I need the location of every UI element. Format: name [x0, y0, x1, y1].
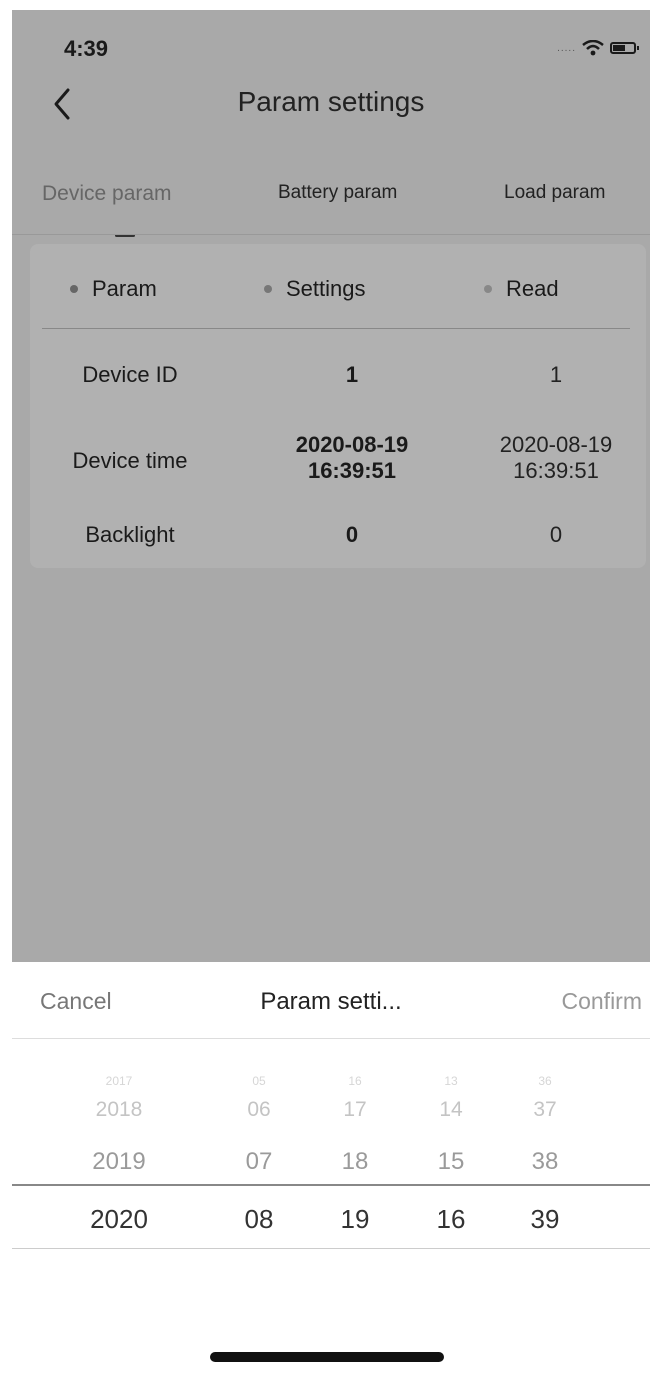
status-time: 4:39 [64, 36, 109, 61]
param-name: Device ID [82, 362, 178, 387]
setting-value[interactable]: 1 [262, 362, 442, 388]
header-settings: Settings [264, 276, 366, 302]
status-icons: ..... [557, 40, 639, 56]
wifi-icon [582, 40, 604, 56]
battery-icon [610, 42, 639, 54]
home-indicator [210, 1352, 444, 1362]
picker-option: 16 [348, 1074, 362, 1088]
setting-value[interactable]: 2020-08-19 16:39:51 [262, 432, 442, 484]
bullet-dot-icon [484, 285, 492, 293]
header-divider [42, 328, 630, 329]
picker-option: 18 [341, 1148, 369, 1175]
picker-option: 2019 [92, 1148, 146, 1175]
page-title: Param settings [237, 86, 425, 117]
picker-option: 38 [531, 1148, 559, 1175]
tab-bar: Device param Battery param Load param [12, 182, 650, 237]
read-value: 1 [549, 362, 563, 387]
date-picker-sheet: Cancel Param setti... Confirm 2017 2018 … [12, 962, 650, 1380]
header-param: Param [70, 276, 157, 302]
picker-option: 2018 [95, 1098, 143, 1121]
picker-selected-day: 19 [340, 1204, 370, 1234]
setting-value[interactable]: 0 [262, 522, 442, 548]
tab-divider [12, 234, 650, 235]
picker-option: 2017 [105, 1074, 133, 1088]
picker-option: 07 [245, 1148, 273, 1175]
picker-option: 36 [538, 1074, 552, 1088]
picker-selected-month: 08 [244, 1204, 274, 1234]
picker-title: Param setti... [260, 988, 402, 1015]
param-table-card: Param Settings Read Device ID 1 1 Device… [30, 244, 646, 568]
picker-selected-year: 2020 [90, 1204, 148, 1234]
picker-option: 13 [444, 1074, 458, 1088]
picker-selected-minute: 39 [530, 1204, 560, 1234]
read-value: 0 [549, 522, 563, 547]
picker-option: 15 [437, 1148, 465, 1175]
selection-line-bottom [12, 1248, 650, 1249]
tab-battery-param[interactable]: Battery param [278, 182, 397, 204]
header-read-label: Read [506, 276, 559, 301]
confirm-button[interactable]: Confirm [561, 988, 642, 1015]
sheet-divider [12, 1038, 650, 1039]
selection-line-top [12, 1184, 650, 1186]
tab-device-param[interactable]: Device param [42, 182, 172, 206]
picker-option: 05 [252, 1074, 266, 1088]
picker-option: 17 [343, 1098, 367, 1121]
tab-load-param[interactable]: Load param [504, 182, 605, 204]
signal-icon: ..... [557, 42, 576, 54]
picker-option: 37 [533, 1098, 557, 1121]
bullet-dot-icon [70, 285, 78, 293]
header-settings-label: Settings [286, 276, 366, 301]
header-param-label: Param [92, 276, 157, 301]
header-read: Read [484, 276, 559, 302]
bullet-dot-icon [264, 285, 272, 293]
read-value: 2020-08-19 16:39:51 [499, 432, 613, 483]
phone-screen: 4:39 ..... Param settings Device param B… [12, 10, 650, 1380]
picker-option: 14 [439, 1098, 463, 1121]
picker-option: 06 [247, 1098, 271, 1121]
dimmed-overlay[interactable]: 4:39 ..... Param settings Device param B… [12, 10, 650, 962]
table-header: Param Settings Read [30, 244, 646, 330]
picker-selected-hour: 16 [436, 1204, 466, 1234]
param-name: Backlight [85, 522, 175, 547]
param-name: Device time [72, 448, 188, 473]
